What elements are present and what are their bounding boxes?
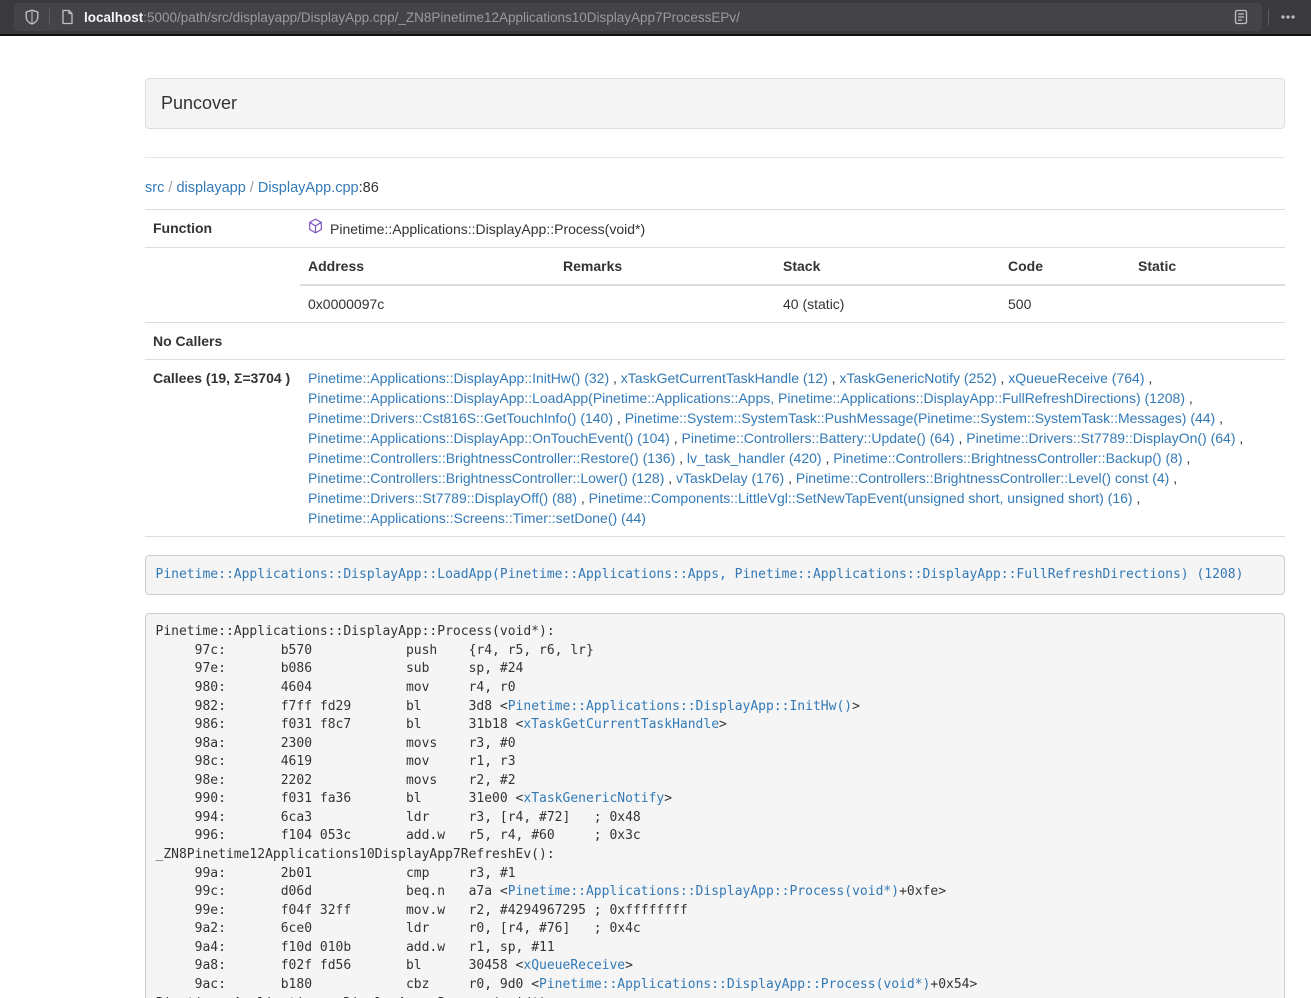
metrics-data-row: 0x0000097c 40 (static) 500 — [300, 285, 1285, 322]
toolbar-divider — [49, 9, 50, 25]
reader-mode-button[interactable] — [1228, 4, 1254, 30]
page-icon[interactable] — [57, 7, 77, 27]
function-info-table: Function Pinetime::Applications::Display… — [145, 209, 1285, 537]
browser-toolbar: localhost:5000/path/src/displayapp/Displ… — [0, 0, 1311, 36]
url-text[interactable]: localhost:5000/path/src/displayapp/Displ… — [84, 10, 1221, 25]
metrics-table: Address Remarks Stack Code Static 0x0000… — [300, 248, 1285, 322]
col-header-remarks: Remarks — [555, 248, 775, 285]
toolbar-divider — [1268, 9, 1269, 25]
callee-link[interactable]: xTaskGetCurrentTaskHandle (12) — [621, 370, 828, 386]
asm-symbol-link[interactable]: xQueueReceive — [523, 958, 625, 973]
function-row-label: Function — [145, 210, 300, 248]
breadcrumb-link-file[interactable]: DisplayApp.cpp — [258, 180, 359, 196]
function-cube-icon — [308, 218, 323, 239]
callees-list: Pinetime::Applications::DisplayApp::Init… — [300, 360, 1285, 537]
shield-icon[interactable] — [22, 7, 42, 27]
function-row: Function Pinetime::Applications::Display… — [145, 210, 1285, 248]
divider — [145, 157, 1285, 158]
address-value: 0x0000097c — [300, 285, 555, 322]
url-host: localhost — [84, 10, 143, 25]
callee-link[interactable]: Pinetime::Drivers::St7789::DisplayOff() … — [308, 490, 577, 506]
static-value — [1130, 285, 1285, 322]
callee-link[interactable]: Pinetime::Applications::DisplayApp::Init… — [308, 370, 609, 386]
callee-link[interactable]: Pinetime::Controllers::Battery::Update()… — [682, 430, 955, 446]
callee-link[interactable]: Pinetime::Drivers::Cst816S::GetTouchInfo… — [308, 410, 613, 426]
menu-ellipsis-button[interactable] — [1275, 4, 1301, 30]
callee-link[interactable]: Pinetime::Components::LittleVgl::SetNewT… — [589, 490, 1133, 506]
asm-symbol-link[interactable]: xTaskGenericNotify — [523, 791, 664, 806]
callee-link[interactable]: Pinetime::Drivers::St7789::DisplayOn() (… — [966, 430, 1235, 446]
stack-value: 40 (static) — [775, 285, 1000, 322]
breadcrumb-line-number: :86 — [359, 180, 379, 196]
callee-link[interactable]: Pinetime::Applications::Screens::Timer::… — [308, 510, 646, 526]
callees-row-label: Callees (19, Σ=3704 ) — [145, 360, 300, 537]
breadcrumb-link-displayapp[interactable]: displayapp — [176, 180, 245, 196]
page-container: Puncover src / displayapp / DisplayApp.c… — [145, 78, 1285, 998]
callee-link[interactable]: Pinetime::Controllers::BrightnessControl… — [796, 470, 1169, 486]
selected-symbol-box: Pinetime::Applications::DisplayApp::Load… — [145, 555, 1285, 595]
col-header-stack: Stack — [775, 248, 1000, 285]
breadcrumb: src / displayapp / DisplayApp.cpp:86 — [145, 180, 1285, 196]
callee-link[interactable]: xQueueReceive (764) — [1008, 370, 1144, 386]
callee-link[interactable]: Pinetime::Controllers::BrightnessControl… — [308, 470, 664, 486]
asm-symbol-link[interactable]: Pinetime::Applications::DisplayApp::Init… — [508, 699, 852, 714]
callers-row-label: No Callers — [145, 323, 300, 360]
page-title: Puncover — [161, 93, 237, 113]
col-header-address: Address — [300, 248, 555, 285]
remarks-value — [555, 285, 775, 322]
callees-row: Callees (19, Σ=3704 ) Pinetime::Applicat… — [145, 360, 1285, 537]
metrics-row: Address Remarks Stack Code Static 0x0000… — [145, 248, 1285, 323]
callee-link[interactable]: Pinetime::Applications::DisplayApp::OnTo… — [308, 430, 670, 446]
callee-link[interactable]: Pinetime::System::SystemTask::PushMessag… — [625, 410, 1216, 426]
col-header-code: Code — [1000, 248, 1130, 285]
url-path: :5000/path/src/displayapp/DisplayApp.cpp… — [143, 10, 740, 25]
asm-symbol-link[interactable]: xTaskGetCurrentTaskHandle — [523, 717, 719, 732]
callee-link[interactable]: Pinetime::Controllers::BrightnessControl… — [308, 450, 675, 466]
callee-link[interactable]: Pinetime::Applications::DisplayApp::Load… — [308, 390, 1185, 406]
code-value: 500 — [1000, 285, 1130, 322]
app-header-panel: Puncover — [145, 78, 1285, 129]
breadcrumb-separator: / — [164, 180, 176, 196]
metrics-header-row: Address Remarks Stack Code Static — [300, 248, 1285, 285]
asm-symbol-link[interactable]: Pinetime::Applications::DisplayApp::Proc… — [539, 977, 930, 992]
breadcrumb-link-src[interactable]: src — [145, 180, 164, 196]
assembly-listing: Pinetime::Applications::DisplayApp::Proc… — [145, 613, 1285, 998]
callee-link[interactable]: vTaskDelay (176) — [676, 470, 784, 486]
selected-symbol-link[interactable]: Pinetime::Applications::DisplayApp::Load… — [156, 567, 1244, 582]
callee-link[interactable]: Pinetime::Controllers::BrightnessControl… — [833, 450, 1182, 466]
callee-link[interactable]: xTaskGenericNotify (252) — [839, 370, 996, 386]
callers-row: No Callers — [145, 323, 1285, 360]
asm-symbol-link[interactable]: Pinetime::Applications::DisplayApp::Proc… — [508, 884, 899, 899]
col-header-static: Static — [1130, 248, 1285, 285]
function-name: Pinetime::Applications::DisplayApp::Proc… — [330, 219, 645, 239]
address-bar[interactable]: localhost:5000/path/src/displayapp/Displ… — [14, 3, 1262, 31]
callee-link[interactable]: lv_task_handler (420) — [687, 450, 822, 466]
breadcrumb-separator: / — [246, 180, 258, 196]
